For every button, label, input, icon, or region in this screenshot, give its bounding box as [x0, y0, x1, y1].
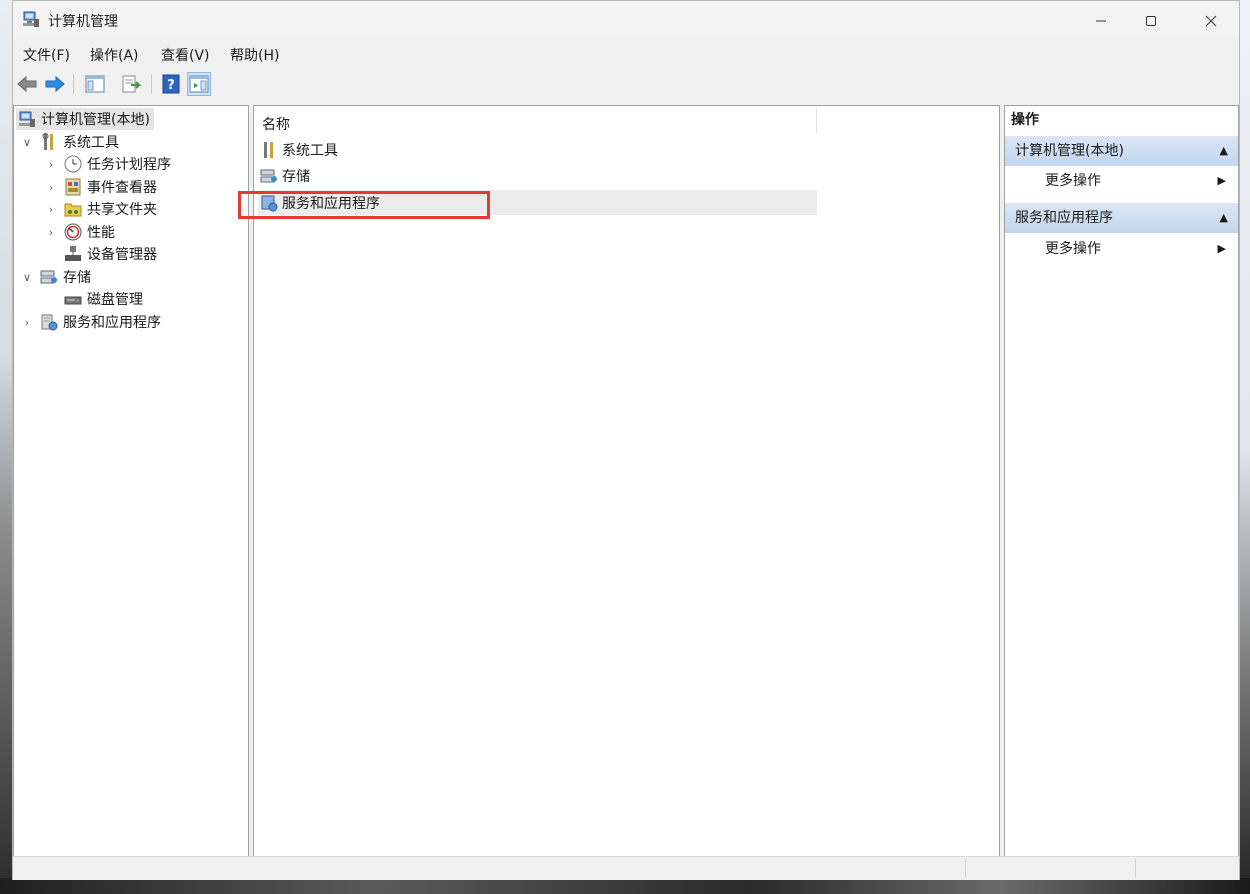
clock-icon — [64, 155, 82, 173]
menu-view[interactable]: 查看(V) — [161, 45, 210, 65]
collapse-triangle-icon[interactable]: ▲ — [1220, 203, 1228, 233]
tree-item-performance[interactable]: › 性能 — [44, 221, 115, 243]
maximize-icon — [1146, 16, 1156, 26]
console-tree-icon — [85, 75, 105, 93]
shared-folder-icon — [64, 203, 82, 217]
chevron-right-icon[interactable]: › — [44, 158, 58, 171]
action-pane-icon — [189, 75, 209, 93]
export-list-button[interactable] — [119, 72, 143, 96]
chevron-right-icon[interactable]: › — [44, 203, 58, 216]
action-section-label: 服务和应用程序 — [1015, 210, 1113, 226]
tree-item-system-tools[interactable]: ∨ 系统工具 — [20, 131, 119, 153]
minimize-button[interactable] — [1078, 7, 1124, 35]
tree-item-root[interactable]: 计算机管理(本地) — [16, 108, 154, 130]
status-bar — [13, 856, 1239, 880]
tree-item-label: 存储 — [63, 270, 91, 286]
more-actions-item[interactable]: 更多操作 — [1045, 168, 1101, 194]
tree-item-services-apps[interactable]: › 服务和应用程序 — [20, 311, 161, 333]
tree-item-label: 系统工具 — [63, 135, 119, 151]
show-hide-console-tree-button[interactable] — [83, 72, 107, 96]
tree-item-label: 设备管理器 — [87, 247, 157, 263]
actions-panel: 操作 计算机管理(本地) ▲ 更多操作 ▶ 服务和应用程序 ▲ 更多操作 ▶ — [1004, 105, 1239, 857]
computer-management-window: 计算机管理 文件(F) 操作(A) 查看(V) 帮助(H) ? 计算机管理(本地… — [12, 0, 1240, 880]
chevron-down-icon[interactable]: ∨ — [20, 271, 34, 284]
event-viewer-icon — [65, 178, 81, 196]
tree-item-storage[interactable]: ∨ 存储 — [20, 266, 91, 288]
device-manager-icon — [65, 246, 81, 261]
tools-icon — [264, 142, 273, 158]
menu-help[interactable]: 帮助(H) — [230, 45, 279, 65]
chevron-right-icon[interactable]: › — [44, 181, 58, 194]
tree-item-label: 磁盘管理 — [87, 292, 143, 308]
action-section-header-computer-management[interactable]: 计算机管理(本地) ▲ — [1005, 136, 1238, 166]
more-actions-item[interactable]: 更多操作 — [1045, 236, 1101, 262]
minimize-icon — [1096, 20, 1106, 22]
tree-item-label: 计算机管理(本地) — [41, 112, 150, 128]
more-actions-label: 更多操作 — [1045, 241, 1101, 257]
close-button[interactable] — [1188, 7, 1234, 35]
highlight-box — [238, 191, 490, 219]
submenu-arrow-icon: ▶ — [1217, 174, 1226, 187]
maximize-button[interactable] — [1128, 7, 1174, 35]
tree-item-label: 服务和应用程序 — [63, 315, 161, 331]
list-item-storage[interactable]: 存储 — [258, 164, 310, 188]
chevron-down-icon[interactable]: ∨ — [20, 136, 34, 149]
tools-icon — [42, 133, 53, 150]
forward-arrow-icon — [45, 75, 65, 93]
back-arrow-icon — [17, 75, 37, 93]
column-divider — [816, 108, 817, 134]
chevron-right-icon[interactable]: › — [44, 226, 58, 239]
list-item-system-tools[interactable]: 系统工具 — [258, 138, 338, 162]
tree-item-task-scheduler[interactable]: › 任务计划程序 — [44, 153, 171, 175]
show-hide-action-pane-button[interactable] — [187, 72, 211, 96]
desktop-bottom-edge — [0, 878, 1250, 894]
list-item-label: 存储 — [282, 169, 310, 185]
help-icon: ? — [162, 74, 180, 94]
disk-drive-icon — [64, 296, 82, 305]
toolbar-separator — [73, 74, 74, 94]
actions-title: 操作 — [1011, 112, 1039, 128]
tree-item-shared-folders[interactable]: › 共享文件夹 — [44, 198, 157, 220]
tree-item-device-manager[interactable]: 设备管理器 — [44, 243, 157, 265]
tree-item-label: 任务计划程序 — [87, 157, 171, 173]
menu-bar: 文件(F) 操作(A) 查看(V) 帮助(H) — [13, 41, 1239, 67]
more-actions-label: 更多操作 — [1045, 173, 1101, 189]
status-divider — [1135, 859, 1136, 877]
computer-management-icon — [19, 111, 35, 127]
export-list-icon — [122, 75, 141, 93]
window-title: 计算机管理 — [48, 14, 118, 30]
menu-action[interactable]: 操作(A) — [90, 45, 139, 65]
storage-icon — [260, 169, 277, 183]
list-item-label: 系统工具 — [282, 143, 338, 159]
menu-file[interactable]: 文件(F) — [23, 45, 70, 65]
svg-text:?: ? — [167, 78, 175, 93]
chevron-right-icon[interactable]: › — [20, 316, 34, 329]
console-tree-panel: 计算机管理(本地) ∨ 系统工具 › 任务计划程序 › 事件查看器 › 共享文件… — [13, 105, 249, 857]
toolbar-separator — [151, 74, 152, 94]
collapse-triangle-icon[interactable]: ▲ — [1220, 136, 1228, 166]
tree-item-label: 事件查看器 — [87, 180, 157, 196]
help-button[interactable]: ? — [159, 72, 183, 96]
performance-icon — [64, 223, 82, 241]
close-icon — [1205, 15, 1217, 27]
desktop-left-edge — [0, 0, 12, 894]
forward-button[interactable] — [43, 72, 67, 96]
tree-item-label: 性能 — [87, 225, 115, 241]
storage-icon — [40, 270, 57, 284]
status-divider — [965, 859, 966, 877]
title-bar: 计算机管理 — [13, 1, 1239, 39]
computer-management-icon — [23, 11, 39, 27]
tree-item-label: 共享文件夹 — [87, 202, 157, 218]
list-header: 名称 — [254, 106, 999, 136]
services-apps-icon — [41, 314, 58, 331]
back-button[interactable] — [15, 72, 39, 96]
action-section-header-services-apps[interactable]: 服务和应用程序 ▲ — [1005, 203, 1238, 233]
tree-item-disk-management[interactable]: 磁盘管理 — [44, 288, 143, 310]
column-header-name[interactable]: 名称 — [262, 114, 290, 134]
tree-item-event-viewer[interactable]: › 事件查看器 — [44, 176, 157, 198]
submenu-arrow-icon: ▶ — [1217, 242, 1226, 255]
action-section-label: 计算机管理(本地) — [1015, 143, 1124, 159]
toolbar: ? — [13, 69, 1239, 99]
